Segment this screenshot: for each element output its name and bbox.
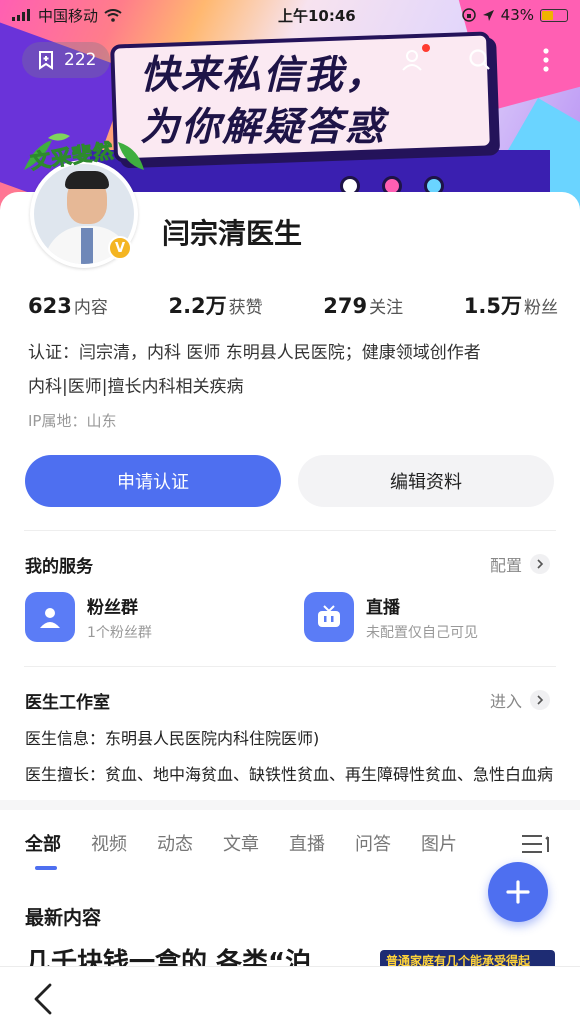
search-button[interactable] (464, 44, 496, 76)
user-name: 闫宗清医生 (162, 217, 303, 250)
signal-icon (12, 9, 30, 21)
stat-likes[interactable]: 2.2万 获赞 (168, 290, 262, 320)
services-title: 我的服务 (25, 557, 93, 577)
service-live[interactable]: 直播 未配置仅自己可见 (304, 592, 478, 642)
plus-icon (506, 880, 530, 904)
latest-content-title: 最新内容 (25, 907, 102, 929)
tab-live[interactable]: 直播 (289, 830, 325, 856)
battery-percent: 43% (500, 6, 534, 24)
service-fan-group[interactable]: 粉丝群 1个粉丝群 (25, 592, 152, 642)
status-time: 上午10:46 (277, 6, 356, 25)
section-gap (0, 800, 580, 810)
stat-following[interactable]: 279 关注 (323, 293, 403, 318)
top-bar: 222 (22, 40, 562, 80)
ip-location: IP属地：山东 (28, 412, 117, 430)
content-tabs: 全部 视频 动态 文章 直播 问答 图片 (25, 830, 457, 870)
post-title-preview[interactable]: 几千块钱一盒的 各类“泊 (25, 943, 365, 967)
wifi-icon (104, 8, 122, 22)
divider (24, 530, 556, 531)
divider (24, 666, 556, 667)
tab-articles[interactable]: 文章 (223, 830, 259, 856)
collect-count: 222 (64, 50, 97, 70)
edit-profile-button[interactable]: 编辑资料 (298, 455, 554, 507)
more-vertical-icon (543, 48, 549, 72)
intro-line: 认证：闫宗清，内科 医师 东明县人民医院；健康领域创作者 (28, 343, 481, 363)
lock-rotation-icon (461, 8, 476, 22)
tab-video[interactable]: 视频 (91, 830, 127, 856)
live-tv-icon (304, 592, 354, 642)
more-button[interactable] (530, 44, 562, 76)
tab-qa[interactable]: 问答 (355, 830, 391, 856)
verified-badge: V (108, 236, 132, 260)
tab-moments[interactable]: 动态 (157, 830, 193, 856)
search-icon (469, 49, 490, 70)
studio-title: 医生工作室 (25, 693, 110, 713)
studio-enter-link[interactable]: 进入 (490, 688, 550, 712)
intro-line: 内科|医师|擅长内科相关疾病 (28, 377, 244, 397)
location-icon (482, 9, 494, 21)
create-post-button[interactable] (488, 862, 548, 922)
status-bar: 中国移动 上午10:46 43% (0, 0, 580, 30)
chevron-right-icon (530, 690, 550, 710)
tab-images[interactable]: 图片 (421, 830, 457, 856)
chevron-right-icon (530, 554, 550, 574)
stat-followers[interactable]: 1.5万 粉丝 (464, 290, 558, 320)
back-arrow-icon[interactable] (32, 983, 54, 1015)
notification-dot (422, 44, 430, 52)
collect-button[interactable]: 222 (22, 42, 111, 78)
stat-content[interactable]: 623 内容 (28, 293, 108, 318)
bookmark-add-icon (39, 51, 53, 70)
apply-verification-button[interactable]: 申请认证 (25, 455, 281, 507)
doctor-specialty: 医生擅长：贫血、地中海贫血、缺铁性贫血、再生障碍性贫血、急性白血病 (25, 765, 554, 784)
contacts-button[interactable] (398, 44, 430, 76)
bottom-bar (0, 966, 580, 1031)
fan-group-icon (25, 592, 75, 642)
stats-row: 623 内容 2.2万 获赞 279 关注 1.5万 粉丝 (28, 290, 558, 320)
tab-menu-icon[interactable] (520, 833, 554, 855)
services-config-link[interactable]: 配置 (490, 552, 550, 576)
profile-intro: 认证：闫宗清，内科 医师 东明县人民医院；健康领域创作者 内科|医师|擅长内科相… (28, 336, 558, 404)
tab-all[interactable]: 全部 (25, 830, 61, 870)
doctor-info: 医生信息：东明县人民医院内科住院医师) (25, 729, 320, 748)
battery-icon (540, 8, 568, 22)
carrier-label: 中国移动 (38, 6, 99, 25)
